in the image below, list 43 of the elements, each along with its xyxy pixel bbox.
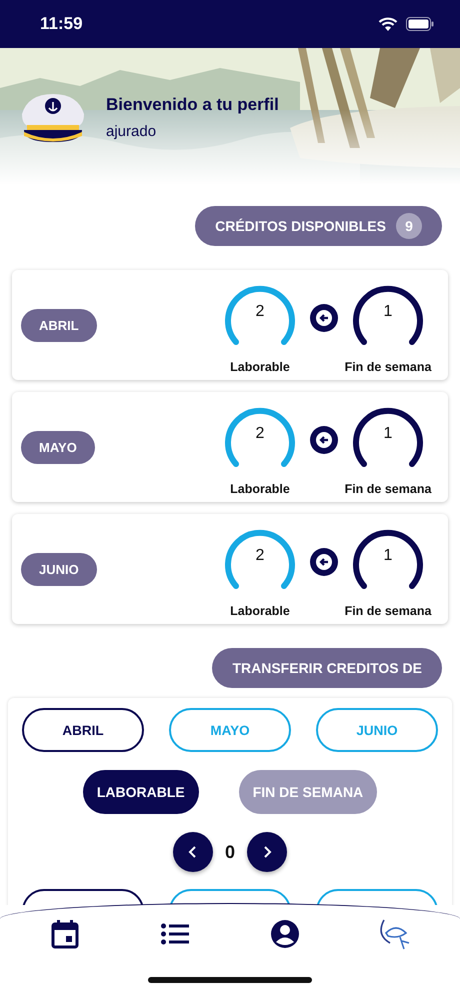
decrease-button[interactable] — [172, 832, 213, 872]
credit-count: 2 — [256, 546, 264, 565]
month-option[interactable]: JUNIO — [316, 708, 438, 752]
increase-button[interactable] — [247, 832, 287, 872]
clock-time: 11:59 — [40, 14, 83, 34]
calendar-icon[interactable] — [51, 919, 79, 949]
month-option[interactable]: ABRIL — [22, 708, 144, 752]
transfer-credits-button[interactable]: TRANSFERIR CREDITOS DE — [212, 648, 442, 688]
transfer-left-button[interactable] — [310, 548, 338, 576]
month-chip[interactable]: ABRIL — [21, 308, 97, 342]
wifi-icon — [378, 16, 398, 32]
month-chip[interactable]: MAYO — [21, 430, 95, 464]
chevron-right-icon — [262, 845, 272, 859]
credit-count: 2 — [256, 302, 264, 321]
day-type-option[interactable]: LABORABLE — [82, 770, 199, 814]
transfer-left-button[interactable] — [310, 426, 338, 454]
amount-value: 0 — [224, 842, 235, 862]
profile-icon[interactable] — [270, 919, 300, 949]
gauge-label: Laborable — [230, 360, 290, 374]
gauge-label: Fin de semana — [344, 604, 432, 618]
arrow-left-icon — [315, 431, 333, 449]
arrow-left-icon — [315, 309, 333, 327]
list-icon[interactable] — [161, 923, 189, 945]
gauge-label: Fin de semana — [344, 360, 432, 374]
gauge-label: Laborable — [230, 482, 290, 496]
battery-icon — [406, 17, 434, 31]
day-type-option[interactable]: FIN DE SEMANA — [238, 770, 378, 814]
available-credits-button[interactable]: CRÉDITOS DISPONIBLES 9 — [195, 206, 442, 246]
credit-count: 1 — [384, 424, 392, 443]
credit-count: 1 — [384, 546, 392, 565]
month-chip[interactable]: JUNIO — [21, 552, 97, 586]
gauge-label: Fin de semana — [344, 482, 432, 496]
username: ajurado — [106, 122, 158, 140]
credits-count-badge: 9 — [396, 213, 422, 239]
welcome-title: Bienvenido a tu perfil — [106, 94, 279, 114]
credit-count: 2 — [256, 424, 264, 443]
transfer-left-button[interactable] — [310, 304, 338, 332]
fish-logo-icon[interactable] — [378, 917, 412, 951]
gauge-label: Laborable — [230, 604, 290, 618]
month-option[interactable]: MAYO — [169, 708, 291, 752]
chevron-left-icon — [188, 845, 198, 859]
credit-count: 1 — [384, 302, 392, 321]
arrow-left-icon — [315, 553, 333, 571]
